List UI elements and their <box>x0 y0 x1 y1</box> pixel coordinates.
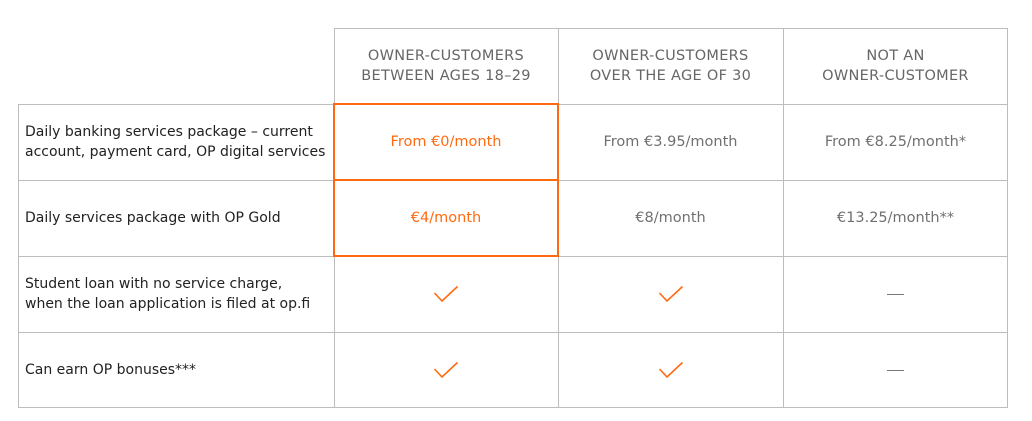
row-label-op-bonuses: Can earn OP bonuses*** <box>25 362 197 378</box>
check-icon <box>334 256 558 332</box>
row-label-op-gold: Daily services package with OP Gold <box>25 210 281 226</box>
check-icon <box>558 256 783 332</box>
highlight-box <box>333 103 559 181</box>
row-label-daily-banking: Daily banking services package – current… <box>25 124 326 160</box>
price-cell: €13.25/month** <box>836 210 955 226</box>
check-icon <box>334 332 558 408</box>
row-label-student-loan: Student loan with no service charge, whe… <box>25 276 311 312</box>
price-cell: From €3.95/month <box>603 134 738 150</box>
price-cell: €8/month <box>635 210 706 226</box>
check-icon <box>558 332 783 408</box>
column-header-ages-18-29: OWNER-CUSTOMERS BETWEEN AGES 18–29 <box>361 48 531 84</box>
column-header-not-owner: NOT AN OWNER-CUSTOMER <box>822 48 969 84</box>
highlight-box <box>333 179 559 257</box>
comparison-table: OWNER-CUSTOMERS BETWEEN AGES 18–29 OWNER… <box>18 28 1008 408</box>
column-header-over-30: OWNER-CUSTOMERS OVER THE AGE OF 30 <box>589 48 752 84</box>
price-cell: From €8.25/month* <box>824 134 967 150</box>
dash-icon <box>783 256 1008 332</box>
dash-icon <box>783 332 1008 408</box>
